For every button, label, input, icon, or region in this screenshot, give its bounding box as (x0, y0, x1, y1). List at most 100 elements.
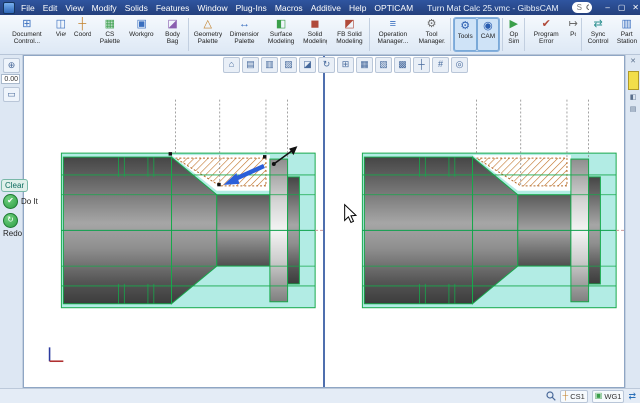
operation-manager-button-label: Operation Manager... (375, 31, 411, 45)
tool-manager-button-label: Tool Manager... (419, 31, 445, 45)
program-error-checker-button[interactable]: ✔Program Error Checker (526, 16, 566, 53)
panel-close-icon[interactable]: ✕ (628, 57, 638, 67)
maximize-button[interactable]: ▢ (615, 2, 629, 14)
do-it-label: Do It (21, 197, 38, 206)
list-icon[interactable]: ▤ (628, 105, 638, 115)
ribbon-separator (450, 18, 451, 51)
ribbon-separator (524, 18, 525, 51)
geometry-palette-button[interactable]: △Geometry Palette (190, 16, 226, 53)
close-button[interactable]: ✕ (629, 2, 640, 14)
menu-modify[interactable]: Modify (91, 3, 118, 13)
snap-icon[interactable]: ◎ (451, 57, 468, 73)
document-control-button[interactable]: ⊞Document Control... (2, 16, 52, 53)
home-view-icon[interactable]: ⌂ (223, 57, 240, 73)
right-tool-strip: ✕ ◧ ▤ (625, 55, 640, 388)
rotate-view-icon[interactable]: ↻ (318, 57, 335, 73)
workgroups-icon: ▣ (137, 18, 147, 31)
tool-manager-button[interactable]: ⚙Tool Manager... (415, 16, 449, 53)
cs-xy-plane-icon[interactable]: ▦ (356, 57, 373, 73)
title-bar: File Edit View Modify Solids Features Window Pl… (0, 0, 640, 15)
part-station-icon: ▥ (621, 18, 631, 31)
coordinates-icon: ┼ (78, 18, 86, 31)
operation-manager-button[interactable]: ≡Operation Manager... (371, 16, 415, 53)
bookmark-flag-icon[interactable] (628, 71, 639, 90)
axis-icon[interactable]: ┼ (413, 57, 430, 73)
fb-solid-modeling-button[interactable]: ◩FB Solid Modeling (331, 16, 368, 53)
coord-button-label: Coord... (74, 31, 91, 38)
app-icon[interactable] (3, 2, 15, 14)
status-right-cluster: ┼ CS1 ▣ WG1 ⇄ (546, 390, 636, 403)
grid-icon[interactable]: # (432, 57, 449, 73)
main-area: ⊕ 0.00 ▭ Clear ✔ Do It ↻ Redo ⌂▤▥▨◪↻⊞▦▧▩… (0, 55, 640, 388)
document-control-button-label: Document Control... (6, 31, 48, 45)
ribbon-group: ⊞Document Control...◫View┼Coord...▦CS Pa… (2, 16, 187, 53)
cs-yz-plane-icon[interactable]: ▩ (394, 57, 411, 73)
menu-plug-ins[interactable]: Plug-Ins (235, 3, 268, 13)
zoom-fit-icon[interactable]: ⊞ (337, 57, 354, 73)
body-bag-button[interactable]: ◪Body Bag (158, 16, 186, 53)
coordinate-system-chip[interactable]: ┼ CS1 (560, 390, 588, 403)
top-view-icon[interactable]: ▤ (242, 57, 259, 73)
cs-chip-icon: ┼ (563, 392, 569, 400)
dimension-palette-button[interactable]: ↔Dimension Palette (226, 16, 263, 53)
menu-window[interactable]: Window (196, 3, 228, 13)
workgroups-button[interactable]: ▣Workgroups (125, 16, 158, 53)
sync-control-icon: ⇄ (593, 18, 602, 31)
menu-help[interactable]: Help (348, 3, 367, 13)
op-sim-button[interactable]: ▶Op Sim (504, 16, 523, 53)
front-view-icon[interactable]: ▥ (261, 57, 278, 73)
left-tool-strip: ⊕ 0.00 ▭ Clear ✔ Do It ↻ Redo (0, 55, 23, 388)
viewport-right-drawing (325, 56, 624, 387)
minimize-button[interactable]: – (601, 2, 615, 14)
cam-button[interactable]: ◉CAM (477, 18, 499, 51)
coord-button[interactable]: ┼Coord... (70, 16, 95, 53)
ribbon-group: ✔Program Error Checker↦Post (526, 16, 580, 53)
menu-macros[interactable]: Macros (274, 3, 304, 13)
viewport-left[interactable] (24, 56, 323, 387)
post-button[interactable]: ↦Post (566, 16, 580, 53)
menu-opticam[interactable]: OPTICAM (373, 3, 414, 13)
body-bag-icon: ◪ (167, 18, 177, 31)
viewport-container (24, 56, 624, 387)
menu-file[interactable]: File (20, 3, 36, 13)
redo-button[interactable]: ↻ Redo (3, 213, 22, 238)
do-it-button[interactable]: ✔ Do It (3, 194, 38, 209)
cs-zx-plane-icon[interactable]: ▧ (375, 57, 392, 73)
search-input[interactable] (575, 2, 584, 13)
cs-palette-button[interactable]: ▦CS Palette (95, 16, 125, 53)
sync-control-button-label: Sync Control (587, 31, 609, 45)
part-station-button[interactable]: ▥Part Station (613, 16, 640, 53)
solid-modeling-button[interactable]: ◼Solid Modeling (299, 16, 331, 53)
menu-view[interactable]: View (64, 3, 84, 13)
clear-button[interactable]: Clear (1, 179, 28, 192)
menu-bar: File Edit View Modify Solids Features Window Pl… (20, 3, 414, 13)
geometry-mode-icon[interactable]: ▭ (3, 87, 20, 102)
sync-control-button[interactable]: ⇄Sync Control (583, 16, 613, 53)
pin-icon[interactable]: ⊕ (3, 58, 20, 73)
workgroup-chip[interactable]: ▣ WG1 (592, 390, 625, 403)
viewport-right[interactable] (325, 56, 624, 387)
sync-status-icon[interactable]: ⇄ (628, 392, 636, 401)
tools-icon: ⚙ (460, 20, 470, 33)
solid-modeling-icon: ◼ (310, 18, 319, 31)
drawing-canvas[interactable]: ⌂▤▥▨◪↻⊞▦▧▩┼#◎ (23, 55, 625, 388)
ribbon-separator (369, 18, 370, 51)
cam-icon: ◉ (483, 20, 493, 33)
surface-modeling-icon: ◧ (276, 18, 286, 31)
menu-additive[interactable]: Additive (310, 3, 342, 13)
right-view-icon[interactable]: ▨ (280, 57, 297, 73)
cs-palette-button-label: CS Palette (99, 31, 121, 45)
menu-solids[interactable]: Solids (124, 3, 149, 13)
tools-button[interactable]: ⚙Tools (454, 18, 477, 51)
layer-icon[interactable]: ◧ (628, 93, 638, 103)
redo-label: Redo (3, 229, 22, 238)
view-button[interactable]: ◫View (52, 16, 70, 53)
surface-modeling-button[interactable]: ◧Surface Modeling (263, 16, 299, 53)
search-box[interactable] (572, 2, 592, 13)
menu-features[interactable]: Features (155, 3, 191, 13)
coordinate-readout: 0.00 (1, 74, 20, 84)
iso-view-icon[interactable]: ◪ (299, 57, 316, 73)
menu-edit[interactable]: Edit (42, 3, 59, 13)
mouse-cursor (345, 205, 356, 223)
post-button-label: Post (570, 31, 576, 38)
